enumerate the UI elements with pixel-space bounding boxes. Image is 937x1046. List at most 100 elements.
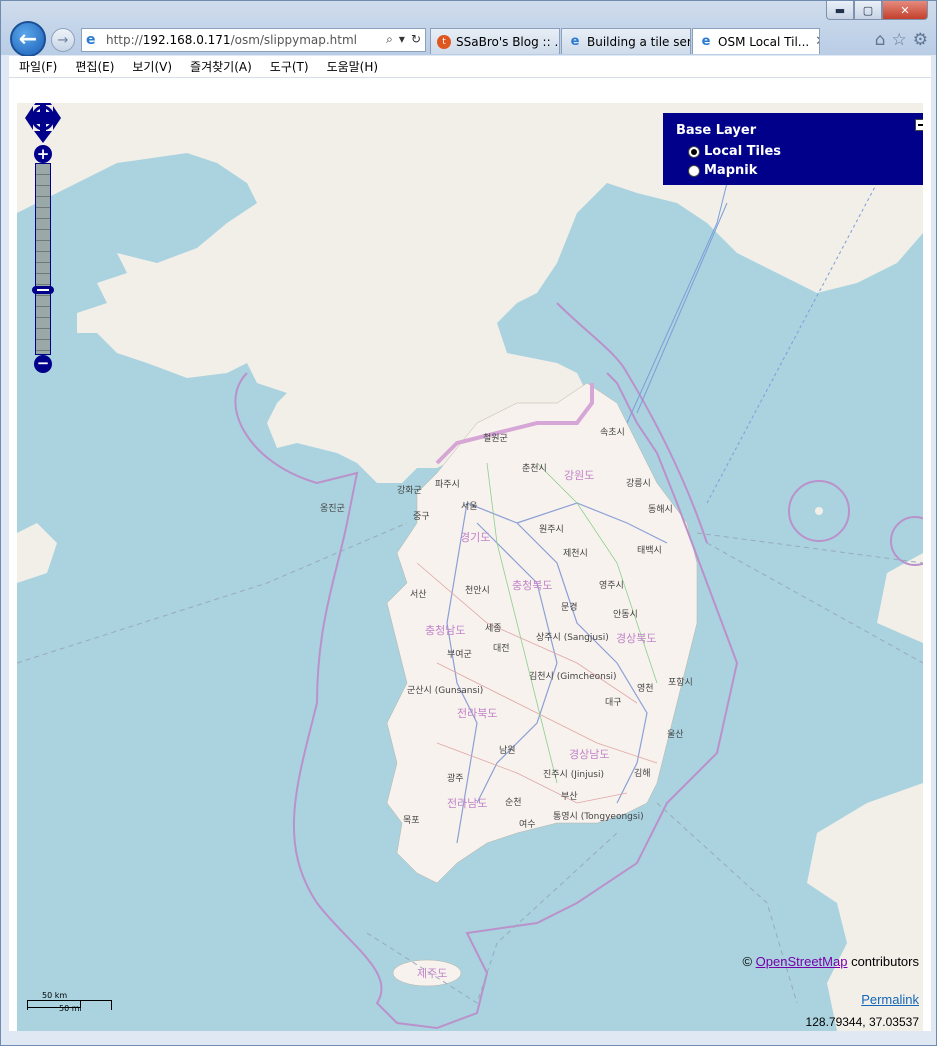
map-label-jinju: 진주시 (Jinjusi) [543, 770, 604, 780]
map-label-yeongju: 영주시 [599, 581, 624, 591]
ie-page-icon: e [570, 34, 580, 49]
map-label-junggu: 중구 [413, 512, 430, 522]
map-label-seosan: 서산 [410, 590, 427, 600]
tistory-icon: t [437, 34, 451, 49]
map-label-gimcheon: 김천시 (Gimcheonsi) [529, 672, 617, 682]
map-label-ongjin: 옹진군 [320, 504, 345, 514]
pan-zoom-control: + − [25, 103, 61, 383]
map-label-sejong: 세종 [485, 624, 502, 634]
map-label-jeonbuk: 전라북도 [457, 707, 498, 720]
attribution: © OpenStreetMap contributors [742, 954, 919, 969]
tab-label: SSaBro's Blog :: ... [456, 34, 560, 49]
tab-ssabro-blog[interactable]: t SSaBro's Blog :: ... [430, 28, 560, 54]
map-label-taebaek: 태백시 [637, 546, 662, 556]
zoom-in-button[interactable]: + [34, 145, 52, 163]
layer-option-mapnik[interactable]: Mapnik [676, 161, 916, 180]
menu-edit[interactable]: 편집(E) [75, 58, 114, 75]
pan-control[interactable] [25, 103, 61, 143]
map-label-buyeo: 부여군 [447, 650, 472, 660]
map-label-sangju: 상주시 (Sangjusi) [536, 633, 609, 643]
dropdown-icon[interactable]: ▾ [399, 32, 405, 47]
refresh-icon[interactable]: ↻ [411, 32, 421, 47]
layer-option-label: Mapnik [704, 163, 758, 178]
map-label-mokpo: 목포 [403, 816, 420, 826]
map-label-busan: 부산 [561, 792, 578, 802]
menu-favorites[interactable]: 즐겨찾기(A) [190, 58, 252, 75]
map-label-pohang: 포항시 [668, 678, 693, 688]
menu-help[interactable]: 도움말(H) [327, 58, 379, 75]
tab-strip: t SSaBro's Blog :: ... e Building a tile… [430, 28, 821, 54]
map-label-yeongcheon: 영천 [637, 684, 654, 694]
map-label-jeju: 제주도 [417, 967, 448, 980]
map-label-donghae: 동해시 [648, 505, 673, 515]
minimize-layer-switcher-button[interactable] [915, 119, 923, 131]
map-tiles [17, 103, 923, 1031]
map-label-daejeon: 대전 [493, 644, 510, 654]
map-label-andong: 안동시 [613, 610, 638, 620]
url-path: /osm/slippymap.html [230, 33, 357, 47]
menu-tools[interactable]: 도구(T) [270, 58, 309, 75]
map-label-chungbuk: 충청북도 [512, 579, 553, 592]
map-label-daegu: 대구 [605, 698, 622, 708]
map-label-chungnam: 충청남도 [425, 624, 466, 637]
map-label-jecheon: 제천시 [563, 549, 588, 559]
url-prefix: http:// [106, 33, 143, 47]
scale-mi-label: 50 mi [59, 1004, 82, 1013]
slippy-map[interactable]: 철원군 춘천시 강원도 속초시 강릉시 동해시 강화군 파주시 서울 옹진군 중… [17, 103, 923, 1031]
map-label-gyeonggi: 경기도 [460, 531, 491, 544]
maximize-button[interactable]: ▢ [854, 1, 882, 20]
url-host: 192.168.0.171 [142, 33, 231, 47]
map-label-cheonan: 천안시 [465, 586, 490, 596]
map-label-paju: 파주시 [435, 480, 460, 490]
address-bar[interactable]: e http://192.168.0.171/osm/slippymap.htm… [81, 28, 426, 52]
map-label-ganghwa: 강화군 [397, 486, 422, 496]
layer-switcher: Base Layer Local Tiles Mapnik [663, 113, 923, 185]
mouse-position: 128.79344, 37.03537 [805, 1015, 919, 1029]
ie-page-icon: e [86, 32, 96, 48]
menu-file[interactable]: 파일(F) [19, 58, 57, 75]
layer-option-label: Local Tiles [704, 144, 782, 159]
favorites-star-icon[interactable]: ☆ [892, 30, 907, 50]
tab-osm-local-tiles[interactable]: e OSM Local Til... ✕ [692, 28, 820, 54]
map-label-suncheon: 순천 [505, 798, 522, 808]
zoom-out-button[interactable]: − [34, 355, 52, 373]
browser-window: ▬ ▢ ✕ ← → e http://192.168.0.171/osm/sli… [0, 0, 937, 1046]
layer-option-local-tiles[interactable]: Local Tiles [676, 142, 916, 161]
close-window-button[interactable]: ✕ [882, 1, 928, 20]
openstreetmap-link[interactable]: OpenStreetMap [756, 954, 848, 969]
radio-mapnik[interactable] [688, 164, 700, 177]
map-label-seoul: 서울 [461, 502, 478, 512]
map-label-gyeongbuk: 경상북도 [616, 632, 657, 645]
minimize-button[interactable]: ▬ [826, 1, 854, 20]
menu-view[interactable]: 보기(V) [132, 58, 172, 75]
map-label-chuncheon: 춘천시 [522, 464, 547, 474]
radio-local-tiles[interactable] [688, 145, 700, 158]
map-label-gunsan: 군산시 (Gunsansi) [407, 686, 484, 696]
map-label-gwangju: 광주 [447, 774, 464, 784]
copyright-text: © [742, 954, 756, 969]
home-icon[interactable]: ⌂ [875, 30, 886, 50]
close-tab-icon[interactable]: ✕ [815, 34, 819, 49]
back-button[interactable]: ← [10, 21, 46, 57]
forward-button[interactable]: → [51, 28, 75, 52]
forward-arrow-icon: → [57, 32, 69, 48]
map-label-mungyeong: 문경 [561, 603, 578, 613]
layer-switcher-title: Base Layer [676, 123, 757, 138]
tab-label: Building a tile ser... [587, 34, 691, 49]
map-label-gimhae: 김해 [634, 769, 651, 779]
scale-line: 50 km 50 mi [27, 987, 117, 1017]
map-label-jeonnam: 전라남도 [447, 797, 488, 810]
tab-building-tile-server[interactable]: e Building a tile ser... [561, 28, 691, 54]
permalink-link[interactable]: Permalink [861, 992, 919, 1007]
zoom-slider-handle[interactable] [32, 286, 54, 294]
map-label-wonju: 원주시 [539, 525, 564, 535]
contributors-text: contributors [847, 954, 919, 969]
map-label-sokcho: 속초시 [600, 428, 625, 438]
settings-gear-icon[interactable]: ⚙ [913, 30, 928, 50]
zoom-bar[interactable] [35, 163, 51, 355]
map-label-gangwon: 강원도 [564, 469, 595, 482]
map-label-yeosu: 여수 [519, 820, 536, 830]
search-icon[interactable]: ⌕ [386, 32, 393, 47]
map-label-cheorwon: 철원군 [483, 434, 508, 444]
address-url[interactable]: http://192.168.0.171/osm/slippymap.html [106, 33, 357, 47]
